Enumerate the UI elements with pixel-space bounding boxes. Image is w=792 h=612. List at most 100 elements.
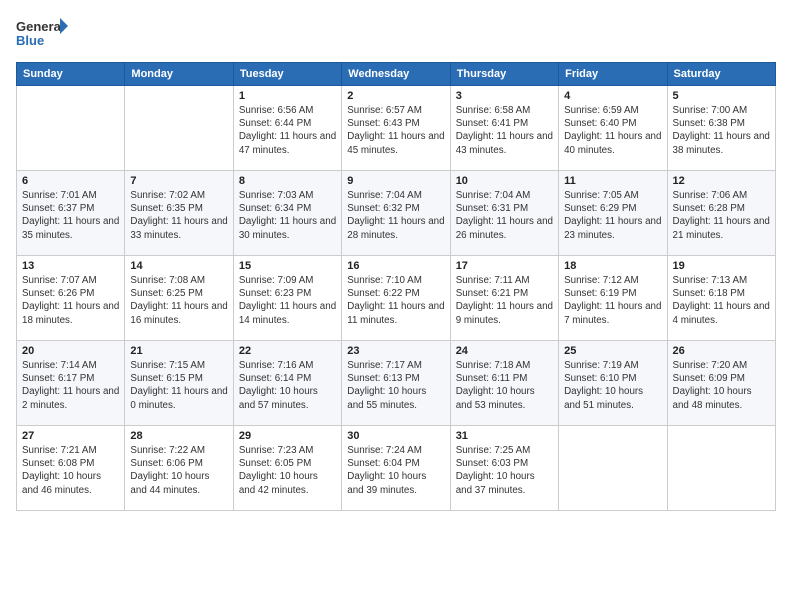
calendar-cell: 22 Sunrise: 7:16 AM Sunset: 6:14 PM Dayli…: [233, 341, 341, 426]
calendar-cell: 17 Sunrise: 7:11 AM Sunset: 6:21 PM Dayli…: [450, 256, 558, 341]
day-number: 31: [456, 430, 553, 442]
day-number: 21: [130, 345, 227, 357]
day-info: Sunrise: 7:11 AM Sunset: 6:21 PM Dayligh…: [456, 274, 553, 327]
day-info: Sunrise: 7:01 AM Sunset: 6:37 PM Dayligh…: [22, 189, 119, 242]
calendar-cell: 26 Sunrise: 7:20 AM Sunset: 6:09 PM Dayli…: [667, 341, 775, 426]
svg-text:General: General: [16, 19, 64, 34]
calendar-cell: 11Sunrise: 7:05 AM Sunset: 6:29 PM Dayli…: [559, 171, 667, 256]
day-number: 2: [347, 90, 444, 102]
calendar-cell: 7 Sunrise: 7:02 AM Sunset: 6:35 PM Daylig…: [125, 171, 233, 256]
calendar-cell: 9Sunrise: 7:04 AM Sunset: 6:32 PM Daylig…: [342, 171, 450, 256]
day-info: Sunrise: 7:02 AM Sunset: 6:35 PM Dayligh…: [130, 189, 227, 242]
week-row-1: 1 Sunrise: 6:56 AM Sunset: 6:44 PM Daylig…: [17, 86, 776, 171]
calendar-cell: 1 Sunrise: 6:56 AM Sunset: 6:44 PM Daylig…: [233, 86, 341, 171]
calendar-cell: [17, 86, 125, 171]
day-info: Sunrise: 7:20 AM Sunset: 6:09 PM Dayligh…: [673, 359, 770, 412]
calendar-cell: 8 Sunrise: 7:03 AM Sunset: 6:34 PM Daylig…: [233, 171, 341, 256]
day-number: 17: [456, 260, 553, 272]
day-number: 19: [673, 260, 770, 272]
calendar-cell: 16 Sunrise: 7:10 AM Sunset: 6:22 PM Dayli…: [342, 256, 450, 341]
week-row-3: 13Sunrise: 7:07 AM Sunset: 6:26 PM Dayli…: [17, 256, 776, 341]
calendar-cell: 31 Sunrise: 7:25 AM Sunset: 6:03 PM Dayli…: [450, 426, 558, 511]
calendar-cell: 28 Sunrise: 7:22 AM Sunset: 6:06 PM Dayli…: [125, 426, 233, 511]
day-number: 16: [347, 260, 444, 272]
calendar-cell: 18 Sunrise: 7:12 AM Sunset: 6:19 PM Dayli…: [559, 256, 667, 341]
calendar-cell: 14 Sunrise: 7:08 AM Sunset: 6:25 PM Dayli…: [125, 256, 233, 341]
weekday-header-monday: Monday: [125, 63, 233, 86]
day-info: Sunrise: 7:17 AM Sunset: 6:13 PM Dayligh…: [347, 359, 444, 412]
day-info: Sunrise: 7:18 AM Sunset: 6:11 PM Dayligh…: [456, 359, 553, 412]
calendar-cell: 13Sunrise: 7:07 AM Sunset: 6:26 PM Dayli…: [17, 256, 125, 341]
day-number: 23: [347, 345, 444, 357]
page-header: General Blue: [16, 16, 776, 52]
day-info: Sunrise: 6:56 AM Sunset: 6:44 PM Dayligh…: [239, 104, 336, 157]
calendar-cell: 25 Sunrise: 7:19 AM Sunset: 6:10 PM Dayli…: [559, 341, 667, 426]
day-number: 14: [130, 260, 227, 272]
logo-svg: General Blue: [16, 16, 68, 52]
day-info: Sunrise: 6:59 AM Sunset: 6:40 PM Dayligh…: [564, 104, 661, 157]
day-info: Sunrise: 7:06 AM Sunset: 6:28 PM Dayligh…: [673, 189, 770, 242]
calendar-cell: 20 Sunrise: 7:14 AM Sunset: 6:17 PM Dayli…: [17, 341, 125, 426]
day-info: Sunrise: 7:12 AM Sunset: 6:19 PM Dayligh…: [564, 274, 661, 327]
weekday-header-friday: Friday: [559, 63, 667, 86]
calendar-cell: 4 Sunrise: 6:59 AM Sunset: 6:40 PM Daylig…: [559, 86, 667, 171]
day-info: Sunrise: 7:03 AM Sunset: 6:34 PM Dayligh…: [239, 189, 336, 242]
day-info: Sunrise: 7:25 AM Sunset: 6:03 PM Dayligh…: [456, 444, 553, 497]
day-number: 7: [130, 175, 227, 187]
calendar-cell: 2 Sunrise: 6:57 AM Sunset: 6:43 PM Daylig…: [342, 86, 450, 171]
week-row-4: 20 Sunrise: 7:14 AM Sunset: 6:17 PM Dayli…: [17, 341, 776, 426]
calendar-cell: 10 Sunrise: 7:04 AM Sunset: 6:31 PM Dayli…: [450, 171, 558, 256]
day-number: 6: [22, 175, 119, 187]
day-info: Sunrise: 7:14 AM Sunset: 6:17 PM Dayligh…: [22, 359, 119, 412]
day-number: 22: [239, 345, 336, 357]
day-number: 26: [673, 345, 770, 357]
weekday-header-row: SundayMondayTuesdayWednesdayThursdayFrid…: [17, 63, 776, 86]
day-number: 10: [456, 175, 553, 187]
day-number: 18: [564, 260, 661, 272]
day-number: 25: [564, 345, 661, 357]
day-info: Sunrise: 7:16 AM Sunset: 6:14 PM Dayligh…: [239, 359, 336, 412]
svg-text:Blue: Blue: [16, 33, 44, 48]
day-info: Sunrise: 7:22 AM Sunset: 6:06 PM Dayligh…: [130, 444, 227, 497]
day-number: 13: [22, 260, 119, 272]
day-number: 8: [239, 175, 336, 187]
weekday-header-wednesday: Wednesday: [342, 63, 450, 86]
weekday-header-thursday: Thursday: [450, 63, 558, 86]
day-info: Sunrise: 6:58 AM Sunset: 6:41 PM Dayligh…: [456, 104, 553, 157]
day-number: 3: [456, 90, 553, 102]
day-info: Sunrise: 7:24 AM Sunset: 6:04 PM Dayligh…: [347, 444, 444, 497]
day-number: 9: [347, 175, 444, 187]
calendar: SundayMondayTuesdayWednesdayThursdayFrid…: [16, 62, 776, 511]
day-info: Sunrise: 6:57 AM Sunset: 6:43 PM Dayligh…: [347, 104, 444, 157]
weekday-header-sunday: Sunday: [17, 63, 125, 86]
day-info: Sunrise: 7:15 AM Sunset: 6:15 PM Dayligh…: [130, 359, 227, 412]
day-info: Sunrise: 7:23 AM Sunset: 6:05 PM Dayligh…: [239, 444, 336, 497]
calendar-cell: [125, 86, 233, 171]
calendar-cell: 23 Sunrise: 7:17 AM Sunset: 6:13 PM Dayli…: [342, 341, 450, 426]
calendar-cell: 30Sunrise: 7:24 AM Sunset: 6:04 PM Dayli…: [342, 426, 450, 511]
calendar-cell: 29 Sunrise: 7:23 AM Sunset: 6:05 PM Dayli…: [233, 426, 341, 511]
day-number: 1: [239, 90, 336, 102]
calendar-cell: 24 Sunrise: 7:18 AM Sunset: 6:11 PM Dayli…: [450, 341, 558, 426]
day-info: Sunrise: 7:19 AM Sunset: 6:10 PM Dayligh…: [564, 359, 661, 412]
calendar-cell: 3 Sunrise: 6:58 AM Sunset: 6:41 PM Daylig…: [450, 86, 558, 171]
day-number: 4: [564, 90, 661, 102]
calendar-cell: [667, 426, 775, 511]
calendar-cell: 21 Sunrise: 7:15 AM Sunset: 6:15 PM Dayli…: [125, 341, 233, 426]
day-number: 29: [239, 430, 336, 442]
day-info: Sunrise: 7:04 AM Sunset: 6:31 PM Dayligh…: [456, 189, 553, 242]
calendar-cell: 6 Sunrise: 7:01 AM Sunset: 6:37 PM Daylig…: [17, 171, 125, 256]
day-info: Sunrise: 7:21 AM Sunset: 6:08 PM Dayligh…: [22, 444, 119, 497]
day-number: 12: [673, 175, 770, 187]
logo: General Blue: [16, 16, 68, 52]
day-number: 24: [456, 345, 553, 357]
day-info: Sunrise: 7:10 AM Sunset: 6:22 PM Dayligh…: [347, 274, 444, 327]
day-number: 28: [130, 430, 227, 442]
day-info: Sunrise: 7:08 AM Sunset: 6:25 PM Dayligh…: [130, 274, 227, 327]
calendar-cell: 27Sunrise: 7:21 AM Sunset: 6:08 PM Dayli…: [17, 426, 125, 511]
calendar-cell: 19 Sunrise: 7:13 AM Sunset: 6:18 PM Dayli…: [667, 256, 775, 341]
day-number: 20: [22, 345, 119, 357]
day-info: Sunrise: 7:13 AM Sunset: 6:18 PM Dayligh…: [673, 274, 770, 327]
calendar-cell: 12 Sunrise: 7:06 AM Sunset: 6:28 PM Dayli…: [667, 171, 775, 256]
calendar-cell: 5Sunrise: 7:00 AM Sunset: 6:38 PM Daylig…: [667, 86, 775, 171]
